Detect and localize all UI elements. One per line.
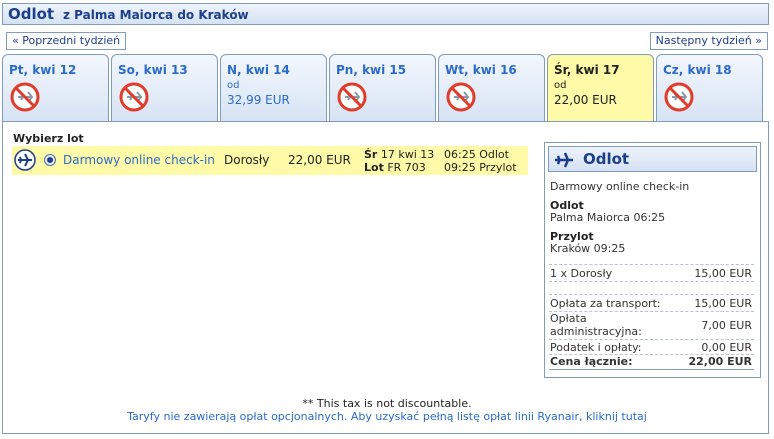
flight-number: Lot FR 703 [364, 161, 426, 174]
arrival-time: 09:25 Przylot [444, 161, 517, 174]
plane-icon [14, 149, 36, 171]
day-tab-so-kwi-13[interactable]: So, kwi 13 [111, 54, 218, 121]
day-label: Śr, kwi 17 [554, 63, 620, 77]
route-title: z Palma Maiorca do Kraków [63, 8, 249, 22]
day-label: Pn, kwi 15 [336, 63, 407, 77]
flight-day-date: 17 kwi 13 [380, 148, 435, 161]
flight-number-value: FR 703 [387, 161, 426, 174]
admin-fee-label-2: administracyjna: [550, 325, 642, 338]
fare-name[interactable]: Darmowy online check-in [63, 153, 215, 167]
divider [549, 339, 754, 340]
divider [549, 264, 754, 265]
day-label: Wt, kwi 16 [445, 63, 517, 77]
day-from-label: od [554, 80, 567, 91]
pax-count-label: 1 x Dorosły [550, 267, 613, 280]
flight-row[interactable]: Darmowy online check-in Dorosły 22,00 EU… [12, 146, 528, 175]
day-label: Cz, kwi 18 [663, 63, 732, 77]
transport-fee-label: Opłata za transport: [550, 297, 661, 310]
tax-value: 0,00 EUR [701, 341, 752, 354]
day-label: N, kwi 14 [227, 63, 290, 77]
summary-departure-value: Palma Maiorca 06:25 [550, 211, 666, 224]
no-flight-icon [664, 82, 694, 112]
divider [549, 369, 754, 370]
total-label: Cena łącznie: [550, 355, 633, 368]
select-flight-heading: Wybierz lot [13, 132, 84, 145]
day-tab-pn-kwi-15[interactable]: Pn, kwi 15 [329, 54, 436, 121]
tax-footnote: ** This tax is not discountable. [302, 397, 472, 410]
divider [549, 294, 754, 295]
day-label: Pt, kwi 12 [9, 63, 77, 77]
admin-fee-value: 7,00 EUR [701, 319, 752, 332]
passenger-type: Dorosły [224, 153, 270, 167]
summary-title: Odlot [583, 150, 630, 168]
summary-header: Odlot [548, 146, 757, 172]
tax-label: Podatek i opłaty: [550, 341, 642, 354]
no-flight-icon [119, 82, 149, 112]
previous-week-button[interactable]: « Poprzedni tydzień [6, 32, 127, 50]
header-bar: Odlot z Palma Maiorca do Kraków [2, 3, 769, 25]
day-tab-cz-kwi-18[interactable]: Cz, kwi 18 [656, 54, 763, 121]
flight-date: Śr 17 kwi 13 [364, 148, 434, 161]
admin-fee-label-1: Opłata [550, 312, 587, 325]
day-tab-pt-kwi-12[interactable]: Pt, kwi 12 [2, 54, 109, 121]
day-price: 32,99 EUR [227, 93, 290, 107]
day-price: 22,00 EUR [554, 93, 617, 107]
day-tab-n-kwi-14[interactable]: N, kwi 14 od 32,99 EUR [220, 54, 327, 121]
no-flight-icon [337, 82, 367, 112]
page-title: Odlot [8, 5, 55, 23]
fare-price: 22,00 EUR [288, 153, 351, 167]
plane-icon [555, 152, 573, 168]
summary-fare-name: Darmowy online check-in [550, 180, 690, 193]
transport-fee-value: 15,00 EUR [694, 297, 752, 310]
fees-info-link[interactable]: Taryfy nie zawierają opłat opcjonalnych.… [0, 410, 774, 423]
day-from-label: od [227, 80, 240, 91]
price-summary: Odlot Darmowy online check-in Odlot Palm… [544, 142, 761, 378]
pax-count-price: 15,00 EUR [694, 267, 752, 280]
no-flight-icon [446, 82, 476, 112]
departure-time: 06:25 Odlot [444, 148, 509, 161]
flight-day-prefix: Śr [364, 148, 378, 161]
total-value: 22,00 EUR [688, 355, 752, 368]
divider [549, 281, 754, 282]
day-tab-sr-kwi-17[interactable]: Śr, kwi 17 od 22,00 EUR [547, 54, 654, 121]
summary-arrival-value: Kraków 09:25 [550, 242, 626, 255]
no-flight-icon [10, 82, 40, 112]
day-tab-wt-kwi-16[interactable]: Wt, kwi 16 [438, 54, 545, 121]
flight-number-prefix: Lot [364, 161, 384, 174]
fare-radio[interactable] [44, 154, 56, 166]
next-week-button[interactable]: Następny tydzień » [649, 32, 768, 50]
day-label: So, kwi 13 [118, 63, 188, 77]
